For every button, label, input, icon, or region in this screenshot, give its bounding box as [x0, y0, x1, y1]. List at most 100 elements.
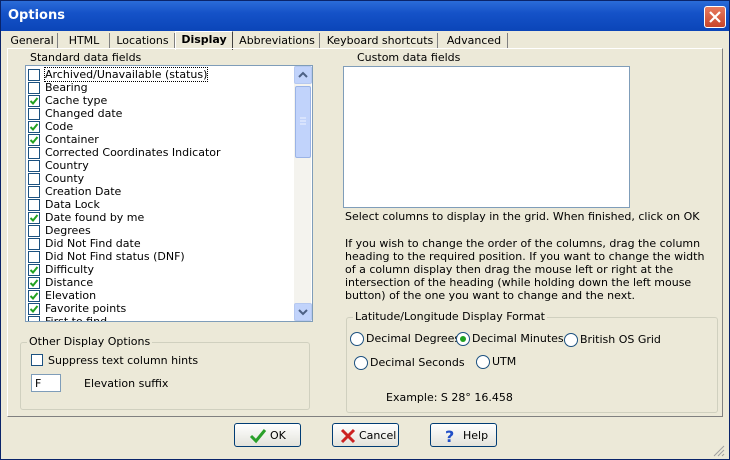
standard-fields-list[interactable]: Archived/Unavailable (status) Bearing Cach…: [25, 65, 313, 322]
scroll-up-button[interactable]: [294, 66, 312, 84]
tab-advanced[interactable]: Advanced: [441, 33, 508, 49]
suppress-hints-label: Suppress text column hints: [48, 354, 199, 367]
radio-decimal-degrees[interactable]: [350, 332, 364, 346]
checkmark-icon: [29, 266, 39, 274]
list-item-checkbox[interactable]: [28, 303, 40, 315]
label-utm: UTM: [492, 355, 517, 368]
list-item-checkbox[interactable]: [28, 238, 40, 250]
other-display-options-group: [20, 342, 310, 410]
latlon-example: Example: S 28° 16.458: [386, 391, 513, 404]
list-item[interactable]: Data Lock: [28, 198, 293, 211]
list-item-checkbox[interactable]: [28, 95, 40, 107]
list-item[interactable]: Creation Date: [28, 185, 293, 198]
list-item[interactable]: County: [28, 172, 293, 185]
list-item-label: Distance: [45, 276, 94, 289]
list-item-label: Code: [45, 120, 74, 133]
list-item[interactable]: Bearing: [28, 81, 293, 94]
checkmark-icon: [29, 305, 39, 313]
list-item[interactable]: Difficulty: [28, 263, 293, 276]
list-item-checkbox[interactable]: [28, 199, 40, 211]
scroll-thumb[interactable]: [295, 86, 311, 158]
list-item[interactable]: Did Not Find status (DNF): [28, 250, 293, 263]
list-item[interactable]: Degrees: [28, 224, 293, 237]
checkmark-icon: [249, 429, 267, 444]
list-item-checkbox[interactable]: [28, 225, 40, 237]
list-item-label: Date found by me: [45, 211, 145, 224]
list-item-checkbox[interactable]: [28, 134, 40, 146]
radio-decimal-seconds[interactable]: [354, 356, 368, 370]
list-item[interactable]: First to find: [28, 315, 293, 321]
list-item-label: Did Not Find status (DNF): [45, 250, 185, 263]
tab-locations[interactable]: Locations: [111, 33, 175, 49]
list-item-checkbox[interactable]: [28, 173, 40, 185]
list-item-checkbox[interactable]: [28, 186, 40, 198]
list-item-checkbox[interactable]: [28, 147, 40, 159]
list-item-checkbox[interactable]: [28, 277, 40, 289]
cancel-button[interactable]: Cancel: [332, 423, 399, 447]
list-item-label: County: [45, 172, 85, 185]
radio-decimal-minutes[interactable]: [456, 332, 470, 346]
radio-british-os-grid[interactable]: [564, 333, 578, 347]
list-item-label: Degrees: [45, 224, 91, 237]
list-item[interactable]: Favorite points: [28, 302, 293, 315]
list-item-checkbox[interactable]: [28, 108, 40, 120]
list-scrollbar[interactable]: [294, 66, 312, 321]
list-item-checkbox[interactable]: [28, 160, 40, 172]
list-item-checkbox[interactable]: [28, 290, 40, 302]
list-item-checkbox[interactable]: [28, 121, 40, 133]
tab-abbreviations[interactable]: Abbreviations: [235, 33, 320, 49]
chevron-down-icon: [298, 309, 308, 316]
list-item-label: Country: [45, 159, 89, 172]
custom-fields-help-text: If you wish to change the order of the c…: [345, 237, 705, 302]
tab-html[interactable]: HTML: [59, 33, 110, 49]
list-item[interactable]: Code: [28, 120, 293, 133]
tab-keyboard-shortcuts[interactable]: Keyboard shortcuts: [323, 33, 438, 49]
other-display-options-label: Other Display Options: [27, 335, 153, 348]
list-item[interactable]: Archived/Unavailable (status): [28, 67, 293, 82]
list-item[interactable]: Distance: [28, 276, 293, 289]
checkmark-icon: [29, 136, 39, 144]
list-item-checkbox[interactable]: [28, 251, 40, 263]
elevation-suffix-input[interactable]: F: [31, 374, 61, 392]
list-item-label: Cache type: [45, 94, 108, 107]
close-button[interactable]: [704, 6, 726, 28]
list-item[interactable]: Corrected Coordinates Indicator: [28, 146, 293, 159]
list-item-label: Elevation: [45, 289, 97, 302]
checkmark-icon: [29, 292, 39, 300]
tab-strip: General HTML Locations Display Abbreviat…: [7, 31, 727, 50]
checkmark-icon: [29, 214, 39, 222]
custom-fields-list[interactable]: [343, 66, 630, 208]
list-item[interactable]: Date found by me: [28, 211, 293, 224]
title-bar[interactable]: Options: [1, 1, 729, 31]
standard-fields-label: Standard data fields: [30, 51, 142, 64]
close-icon: [709, 11, 721, 23]
list-item[interactable]: Did Not Find date: [28, 237, 293, 250]
list-item[interactable]: Changed date: [28, 107, 293, 120]
tab-general[interactable]: General: [7, 33, 58, 49]
list-item-checkbox[interactable]: [28, 82, 40, 94]
elevation-suffix-label: Elevation suffix: [84, 377, 169, 390]
chevron-up-icon: [298, 71, 308, 78]
svg-text:?: ?: [445, 428, 454, 444]
suppress-hints-checkbox[interactable]: [31, 354, 43, 366]
list-item[interactable]: Elevation: [28, 289, 293, 302]
list-item-checkbox[interactable]: [28, 212, 40, 224]
grip-lines: [300, 117, 306, 125]
ok-button[interactable]: OK: [234, 423, 301, 447]
list-item-checkbox[interactable]: [28, 316, 40, 321]
list-item[interactable]: Container: [28, 133, 293, 146]
list-item-label: Archived/Unavailable (status): [43, 67, 209, 82]
custom-fields-label: Custom data fields: [357, 51, 461, 64]
radio-utm[interactable]: [476, 355, 490, 369]
cancel-x-icon: [340, 428, 356, 444]
list-item[interactable]: Cache type: [28, 94, 293, 107]
scroll-down-button[interactable]: [294, 303, 312, 321]
list-item-checkbox[interactable]: [28, 264, 40, 276]
list-item-label: Did Not Find date: [45, 237, 141, 250]
list-item-checkbox[interactable]: [28, 69, 40, 81]
checkmark-icon: [29, 279, 39, 287]
list-item[interactable]: Country: [28, 159, 293, 172]
help-button[interactable]: ? Help: [430, 423, 497, 447]
ok-button-label: OK: [270, 429, 286, 442]
resize-grip-icon[interactable]: [713, 445, 725, 457]
